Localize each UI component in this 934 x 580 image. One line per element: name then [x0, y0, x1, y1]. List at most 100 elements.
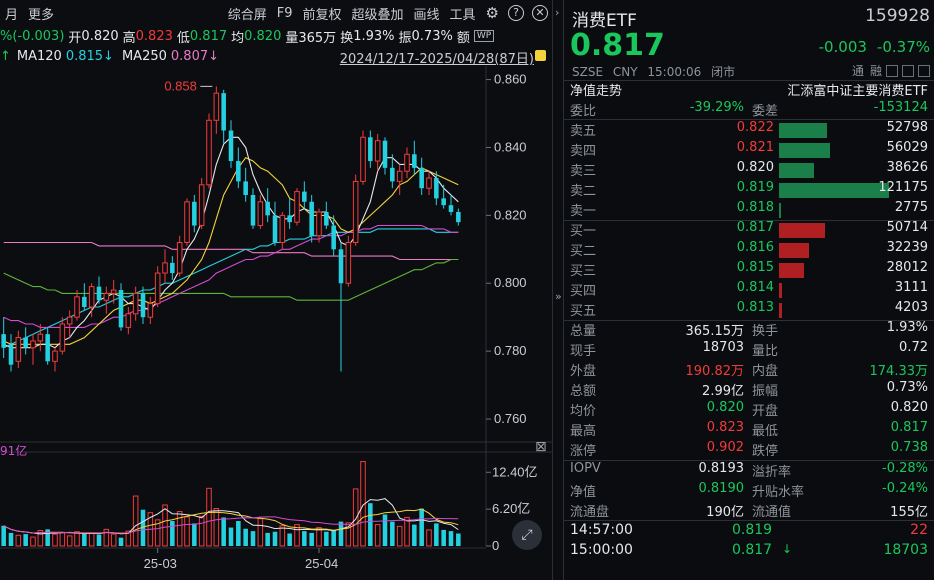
- candle-body[interactable]: [132, 292, 139, 315]
- candle-body[interactable]: [374, 140, 381, 162]
- add-watchlist-icon[interactable]: [886, 64, 898, 77]
- toolbar-f9-button[interactable]: F9: [272, 6, 298, 21]
- popout-icon[interactable]: [902, 64, 914, 77]
- volume-close-icon[interactable]: ⊠: [535, 440, 549, 454]
- date-range[interactable]: 2024/12/17-2025/04/28(87日): [340, 48, 534, 67]
- candle-body[interactable]: [1, 334, 6, 348]
- weibi-label: 委比: [570, 104, 597, 119]
- candle-body[interactable]: [396, 170, 403, 182]
- sells-row[interactable]: 卖一 0.818 2775: [564, 200, 934, 220]
- candle-body[interactable]: [88, 286, 95, 308]
- sells-row[interactable]: 卖三 0.820 38626: [564, 160, 934, 180]
- candle-body[interactable]: [8, 344, 14, 365]
- candle-body[interactable]: [324, 211, 329, 226]
- nav-trend-link[interactable]: 净值走势: [570, 80, 622, 99]
- candle-body[interactable]: [221, 93, 226, 131]
- candle-body[interactable]: [412, 154, 417, 168]
- expand-icon[interactable]: ⤢: [512, 520, 542, 550]
- panel-divider[interactable]: › »: [552, 0, 564, 580]
- candle-body[interactable]: [74, 296, 80, 318]
- candle-body[interactable]: [316, 211, 322, 237]
- candle-body[interactable]: [213, 92, 220, 121]
- candle-body[interactable]: [52, 350, 58, 362]
- candle-body[interactable]: [272, 215, 278, 243]
- candle-body[interactable]: [170, 262, 175, 274]
- candle-body[interactable]: [360, 136, 366, 182]
- toolbar-draw-line[interactable]: 画线: [409, 4, 445, 23]
- toolbar-tools[interactable]: 工具: [445, 4, 481, 23]
- candle-body[interactable]: [345, 242, 352, 284]
- close-icon[interactable]: ✕: [532, 5, 548, 21]
- help-icon[interactable]: ?: [508, 5, 524, 21]
- candle-body[interactable]: [30, 340, 36, 349]
- toolbar-month-tab[interactable]: 月: [0, 4, 23, 23]
- candle-body[interactable]: [125, 313, 132, 328]
- candle-body[interactable]: [15, 337, 22, 362]
- tick-row[interactable]: 15:00:00 0.817 ↓ 18703: [564, 542, 934, 562]
- candle-body[interactable]: [192, 201, 197, 226]
- buys-row[interactable]: 买一 0.817 50714: [564, 220, 934, 240]
- collapse-arrow-icon[interactable]: ›: [555, 6, 559, 19]
- sells-row[interactable]: 卖二 0.819 121175: [564, 180, 934, 200]
- candle-body[interactable]: [250, 194, 256, 226]
- candle-body[interactable]: [331, 225, 336, 250]
- candle-body[interactable]: [147, 303, 154, 318]
- candle-body[interactable]: [434, 178, 439, 199]
- buys-row[interactable]: 买五 0.813 4203: [564, 300, 934, 320]
- candle-body[interactable]: [140, 293, 146, 318]
- candle-body[interactable]: [37, 333, 44, 342]
- candle-body[interactable]: [390, 167, 395, 182]
- candlestick-chart[interactable]: 0.860 0.840 0.820 0.800 0.780 0.760 0.858 12.40…: [0, 66, 552, 580]
- buys-row[interactable]: 买二 0.816 32239: [564, 240, 934, 260]
- sells-row[interactable]: 卖五 0.822 52798: [564, 120, 934, 140]
- wp-icon[interactable]: WP: [473, 30, 495, 42]
- candle-body[interactable]: [228, 130, 234, 162]
- buys-row[interactable]: 买四 0.814 3111: [564, 280, 934, 300]
- toolbar-more-button[interactable]: 更多: [23, 4, 59, 23]
- candle-body[interactable]: [404, 153, 410, 172]
- candle-body[interactable]: [154, 272, 161, 305]
- candle-body[interactable]: [118, 290, 124, 328]
- candle-body[interactable]: [309, 201, 314, 236]
- candle-body[interactable]: [66, 316, 73, 325]
- candle-body[interactable]: [82, 296, 87, 308]
- candle-body[interactable]: [184, 201, 190, 244]
- candle-body[interactable]: [59, 323, 66, 352]
- candle-body[interactable]: [96, 286, 102, 301]
- candle-body[interactable]: [23, 337, 28, 348]
- candle-body[interactable]: [419, 167, 424, 189]
- sells-row[interactable]: 卖四 0.821 56029: [564, 140, 934, 160]
- candle-body[interactable]: [441, 198, 446, 206]
- splitter-icon[interactable]: »: [555, 290, 562, 303]
- candle-body[interactable]: [368, 137, 373, 162]
- candle-body[interactable]: [456, 211, 461, 223]
- candle-body[interactable]: [287, 215, 292, 223]
- candle-body[interactable]: [206, 119, 212, 186]
- candle-body[interactable]: [279, 214, 286, 244]
- toolbar-forward-adjust[interactable]: 前复权: [297, 4, 346, 23]
- candle-body[interactable]: [236, 161, 241, 182]
- candle-body[interactable]: [265, 201, 270, 216]
- candle-body[interactable]: [103, 292, 110, 301]
- layout-icon[interactable]: [918, 64, 930, 77]
- candle-body[interactable]: [294, 191, 300, 223]
- candle-body[interactable]: [448, 205, 454, 212]
- toolbar-super-overlay[interactable]: 超级叠加: [347, 4, 409, 23]
- buys-row[interactable]: 买三 0.815 28012: [564, 260, 934, 280]
- candle-body[interactable]: [302, 191, 307, 202]
- candle-body[interactable]: [257, 201, 264, 227]
- tick-row[interactable]: 14:57:00 0.819 22: [564, 522, 934, 542]
- candle-body[interactable]: [110, 289, 117, 294]
- toolbar-composite-screen[interactable]: 综合屏: [223, 4, 272, 23]
- candle-body[interactable]: [352, 180, 359, 244]
- candle-body[interactable]: [176, 242, 183, 274]
- candle-body[interactable]: [382, 140, 388, 168]
- candle-body[interactable]: [198, 184, 205, 227]
- candle-body[interactable]: [338, 249, 344, 284]
- candle-body[interactable]: [162, 262, 168, 274]
- settings-gear-icon[interactable]: ⚙: [486, 4, 499, 22]
- lock-icon[interactable]: [535, 50, 546, 61]
- candle-body[interactable]: [45, 334, 50, 362]
- candle-body[interactable]: [426, 177, 432, 189]
- candle-body[interactable]: [243, 181, 248, 195]
